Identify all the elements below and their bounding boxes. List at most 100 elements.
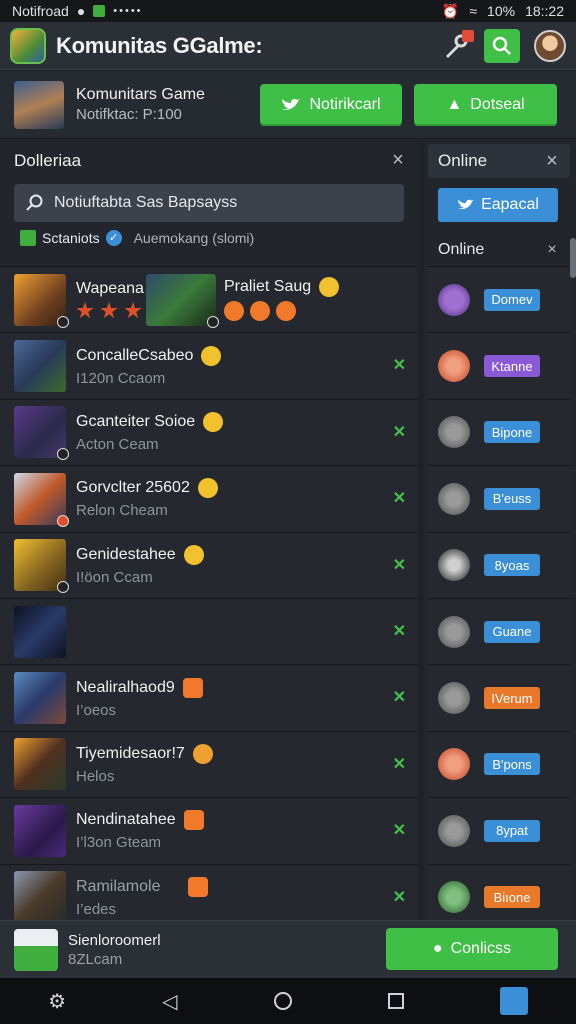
filter-icon [20, 230, 36, 246]
member-list: Wapeana Praliet Saug ConcalleCsabeo I120n… [0, 266, 418, 930]
remove-icon[interactable]: ✕ [393, 887, 406, 907]
online-title: Online [438, 151, 488, 170]
list-item[interactable]: Nealiralhaod9 I’oeos ✕ [0, 664, 418, 731]
smiley-icon [183, 544, 204, 565]
row-subtitle: I’edes [76, 900, 117, 918]
search-placeholder: Notiuftabta Sas Bapsayss [54, 194, 238, 211]
back-icon[interactable]: ◁ [162, 989, 177, 1014]
server-icon [14, 928, 58, 971]
remove-icon[interactable]: ✕ [393, 621, 406, 641]
avatar [438, 482, 470, 515]
app-bar: Komunitas GGalme: [0, 22, 576, 70]
connect-button[interactable]: ● Conlicss [386, 928, 558, 970]
settings-icon[interactable]: ⚙ [48, 989, 66, 1014]
community-subtitle: Notifktac: P:100 [76, 106, 182, 123]
remove-icon[interactable]: ✕ [393, 820, 406, 840]
search-icon [26, 194, 43, 211]
server-name: Sienloroomerl [68, 931, 161, 949]
notify-label: Notirikcarl [309, 96, 381, 113]
avatar [438, 615, 470, 648]
avatar [438, 283, 470, 316]
user-status-pill: Guane [484, 620, 540, 643]
game-thumbnail [14, 605, 66, 658]
list-item[interactable]: Gcanteiter Soioe Acton Ceam ✕ [0, 398, 418, 466]
row-title: Gorvclter 25602 [76, 479, 190, 497]
row-title: Nealiralhaod9 [76, 678, 175, 696]
list-item[interactable]: Nendinatahee I’l3on Gteam ✕ [0, 797, 418, 864]
search-button[interactable] [484, 28, 520, 63]
remove-icon[interactable]: ✕ [393, 687, 406, 707]
game-thumbnail [14, 273, 69, 328]
home-icon[interactable] [273, 992, 292, 1010]
tools-icon[interactable] [442, 29, 474, 60]
online-user-item[interactable]: Guane [428, 597, 570, 665]
spark-icon [100, 301, 118, 319]
carrier-label: Notifroad [12, 3, 69, 19]
user-status-pill: 8yoas [484, 554, 540, 577]
remove-icon[interactable]: ✕ [393, 555, 406, 575]
status-bar: Notifroad ● ••••• ⏰ ≈ 10% 18::22 [0, 0, 576, 22]
alarm-icon: ⏰ [441, 2, 460, 19]
online-user-item[interactable]: B'euss [428, 465, 570, 532]
bird-icon [458, 199, 474, 210]
row-subtitle: I’oeos [76, 701, 117, 719]
app-shortcut-icon[interactable] [499, 987, 528, 1015]
scrollbar[interactable] [570, 238, 576, 278]
remove-icon[interactable]: ✕ [393, 754, 406, 774]
list-item[interactable]: Tiyemidesaor!7 Helos ✕ [0, 730, 418, 798]
online-user-item[interactable]: 8yoas [428, 531, 570, 598]
expand-label: Eapacal [481, 196, 539, 213]
list-item[interactable]: Wapeana Praliet Saug [0, 266, 418, 333]
game-thumbnail [14, 406, 69, 461]
row-title: Gcanteiter Soioe [76, 412, 196, 430]
app-logo [10, 27, 46, 64]
online-user-list: Domev Ktanne Bipone B'euss 8yoas Guane I… [428, 266, 570, 930]
game-thumbnail [14, 738, 66, 791]
smiley-icon [201, 345, 222, 366]
user-avatar[interactable] [534, 29, 566, 62]
game-thumbnail [146, 274, 219, 328]
filter-label[interactable]: Sctaniots [42, 230, 100, 246]
panel-title: Dolleriaa [14, 151, 82, 170]
remove-icon[interactable]: ✕ [393, 422, 406, 442]
search-icon [492, 36, 511, 55]
game-thumbnail [14, 539, 69, 594]
list-item[interactable]: Genidestahee I!öon Ccam ✕ [0, 531, 418, 598]
list-item[interactable]: ConcalleCsabeo I120n Ccaom ✕ [0, 332, 418, 399]
system-nav-bar: ⚙ ◁ [0, 978, 576, 1024]
notify-button[interactable]: Notirikcarl [260, 84, 402, 126]
download-label: Dotseal [470, 96, 525, 113]
close-icon[interactable]: × [542, 240, 562, 260]
online-user-item[interactable]: Ktanne [428, 332, 570, 399]
row-title: Nendinatahee [76, 811, 176, 829]
user-status-pill: IVerum [484, 687, 540, 710]
online-user-item[interactable]: IVerum [428, 664, 570, 731]
online-user-item[interactable]: 8ypat [428, 797, 570, 864]
online-user-item[interactable]: Domev [428, 266, 570, 333]
list-item[interactable]: ✕ [0, 597, 418, 665]
clock: 18::22 [525, 3, 564, 19]
community-avatar [14, 80, 64, 129]
game-thumbnail [14, 340, 66, 393]
list-item[interactable]: Gorvclter 25602 Relon Cheam ✕ [0, 465, 418, 532]
expand-button[interactable]: Eapacal [438, 188, 558, 222]
tools-badge [462, 29, 474, 42]
download-button[interactable]: ▲ Dotseal [414, 84, 557, 126]
online-user-item[interactable]: Bipone [428, 398, 570, 466]
row-title: Genidestahee [76, 545, 176, 563]
recents-icon[interactable] [387, 993, 404, 1009]
user-status-pill: 8ypat [484, 819, 540, 842]
row-subtitle: I!öon Ccam [76, 568, 153, 586]
close-icon[interactable]: × [388, 150, 408, 170]
spark-icon [124, 301, 142, 319]
avatar [438, 748, 470, 781]
people-icon: ▲ [446, 96, 463, 113]
close-icon[interactable]: × [542, 151, 562, 171]
user-status-pill: B'euss [484, 487, 540, 510]
online-subtitle: Online [438, 241, 485, 258]
user-status-pill: Bipone [484, 421, 540, 444]
remove-icon[interactable]: ✕ [393, 488, 406, 508]
online-user-item[interactable]: B'pons [428, 730, 570, 798]
remove-icon[interactable]: ✕ [393, 355, 406, 375]
search-input[interactable]: Notiuftabta Sas Bapsayss [14, 184, 404, 222]
